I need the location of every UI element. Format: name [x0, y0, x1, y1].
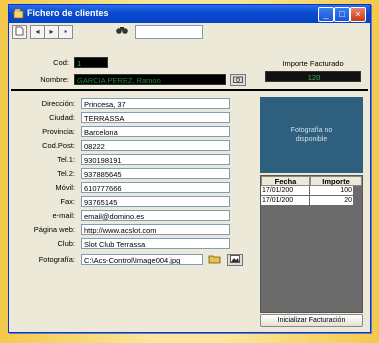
- search-input[interactable]: [135, 25, 203, 39]
- direccion-label: Dirección:: [41, 99, 75, 108]
- club-label: Club:: [57, 239, 75, 248]
- nombre-label: Nombre:: [40, 75, 69, 84]
- window-title: Fichero de clientes: [27, 8, 109, 18]
- image-view-icon[interactable]: [227, 254, 243, 266]
- billing-cell-importe[interactable]: 20: [310, 196, 353, 205]
- email-label: e-mail:: [52, 211, 75, 220]
- toolbar: ◂ ▸ ▪: [9, 23, 370, 39]
- provincia-field[interactable]: Barcelona: [81, 126, 230, 137]
- codpost-field[interactable]: 08222: [81, 140, 230, 151]
- billing-header-importe[interactable]: Importe: [310, 176, 362, 186]
- provincia-label: Provincia:: [42, 127, 75, 136]
- foto-path-field[interactable]: C:\Acs-Control\Image004.jpg: [81, 254, 203, 265]
- ciudad-label: Ciudad:: [49, 113, 75, 122]
- web-field[interactable]: http://www.acslot.com: [81, 224, 230, 235]
- tel2-field[interactable]: 937885645: [81, 168, 230, 179]
- movil-field[interactable]: 610777666: [81, 182, 230, 193]
- new-record-icon[interactable]: [12, 25, 27, 39]
- binoculars-icon[interactable]: [115, 25, 128, 37]
- app-icon: [13, 9, 24, 19]
- codpost-label: Cod.Post:: [42, 141, 75, 150]
- email-field[interactable]: email@domino.es: [81, 210, 230, 221]
- importe-label: Importe Facturado: [282, 59, 344, 68]
- direccion-field[interactable]: Princesa, 37: [81, 98, 230, 109]
- tel2-label: Tel.2:: [57, 169, 75, 178]
- billing-cell-fecha[interactable]: 17/01/200: [261, 186, 309, 195]
- ciudad-field[interactable]: TERRASSA: [81, 112, 230, 123]
- billing-cell-importe[interactable]: 100: [310, 186, 353, 195]
- web-label: Página web:: [33, 225, 75, 234]
- importe-field[interactable]: 120: [265, 71, 361, 82]
- next-record-icon[interactable]: ▸: [44, 25, 59, 39]
- separator: [11, 89, 368, 91]
- reset-billing-button[interactable]: Inicializar Facturación: [260, 314, 363, 327]
- cod-label: Cod:: [53, 58, 69, 67]
- camera-icon[interactable]: [230, 74, 246, 86]
- movil-label: Móvil:: [55, 183, 75, 192]
- title-bar[interactable]: Fichero de clientes _ □ ×: [9, 5, 370, 23]
- photo-placeholder: Fotografía no disponible: [260, 97, 363, 173]
- client-window: Fichero de clientes _ □ × ◂ ▸ ▪ Cod: 1 N…: [8, 4, 371, 333]
- fax-field[interactable]: 93765145: [81, 196, 230, 207]
- nombre-field[interactable]: GARCIA PEREZ, Ramon: [74, 74, 226, 85]
- maximize-button[interactable]: □: [334, 7, 350, 22]
- prev-record-icon[interactable]: ◂: [30, 25, 45, 39]
- photo-placeholder-text: Fotografía no disponible: [290, 127, 333, 143]
- billing-cell-fecha[interactable]: 17/01/200: [261, 196, 309, 205]
- open-folder-icon[interactable]: [207, 254, 223, 266]
- billing-table[interactable]: Fecha Importe 17/01/200 100 17/01/200 20: [260, 175, 363, 313]
- billing-header-fecha[interactable]: Fecha: [261, 176, 310, 186]
- tel1-field[interactable]: 930198191: [81, 154, 230, 165]
- foto-label: Fotografía:: [38, 255, 75, 264]
- fax-label: Fax:: [60, 197, 75, 206]
- minimize-button[interactable]: _: [318, 7, 334, 22]
- cod-field[interactable]: 1: [74, 57, 108, 68]
- save-icon[interactable]: ▪: [58, 25, 73, 39]
- close-button[interactable]: ×: [350, 7, 366, 22]
- tel1-label: Tel.1:: [57, 155, 75, 164]
- club-field[interactable]: Slot Club Terrassa: [81, 238, 230, 249]
